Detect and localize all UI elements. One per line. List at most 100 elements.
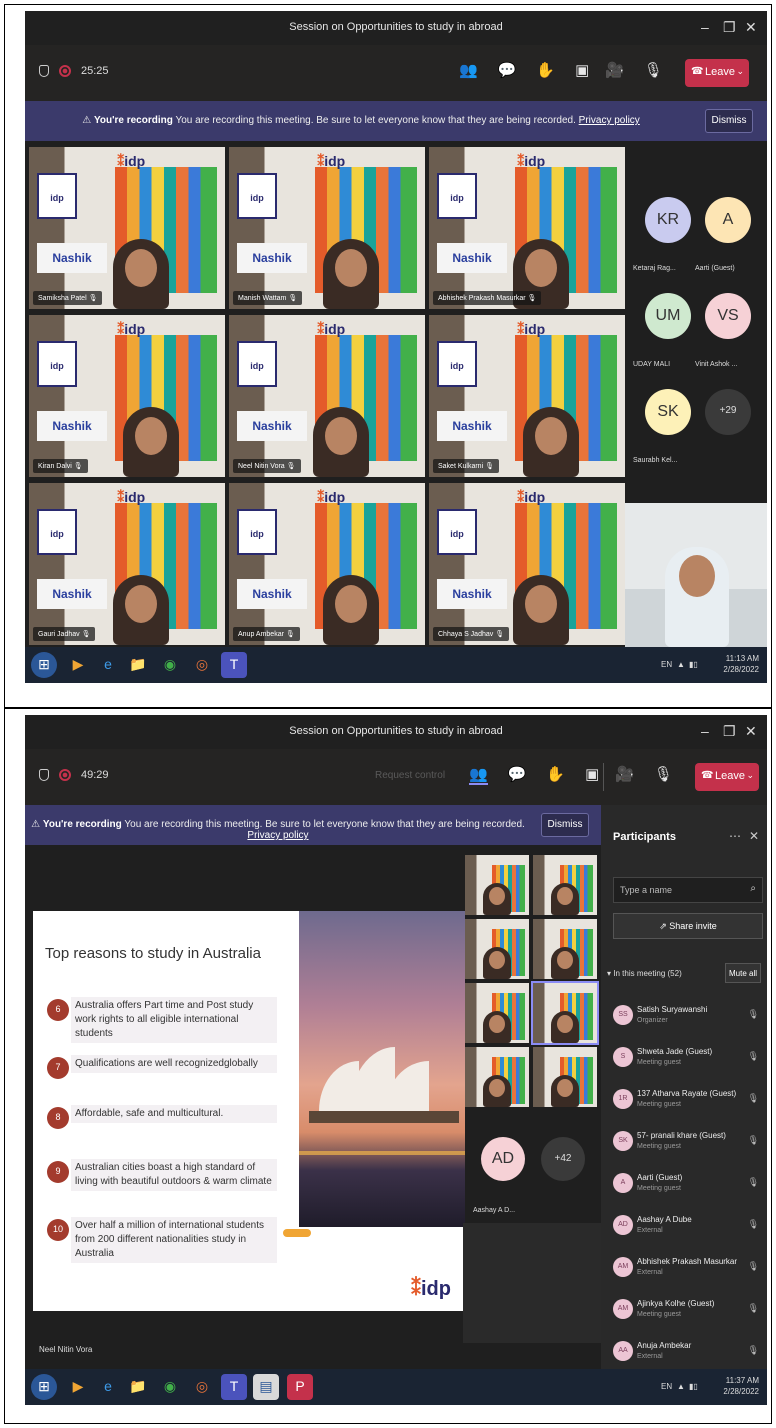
mic-icon[interactable]: 🎙 xyxy=(654,765,673,783)
participant-figure xyxy=(483,1011,511,1043)
participant-row[interactable]: SK 57- pranali khare (Guest) Meeting guest… xyxy=(613,1127,763,1167)
people-icon[interactable]: 👥 xyxy=(459,61,478,79)
tray-clock[interactable]: 11:37 AM 2/28/2022 xyxy=(723,1375,759,1397)
leave-button[interactable]: ☎ Leave ⌄ xyxy=(685,59,749,87)
participant-row[interactable]: S Shweta Jade (Guest) Meeting guest 🎙 xyxy=(613,1043,763,1083)
file-explorer-icon[interactable]: 📁 xyxy=(125,1374,151,1400)
minimize-icon[interactable]: – xyxy=(701,723,709,739)
idp-logo: ⁑idp xyxy=(517,321,546,337)
video-tile[interactable] xyxy=(465,983,529,1043)
avatar-name: Saurabh Kel... xyxy=(633,457,678,464)
video-tile[interactable]: ⁑idp idp Nashik Anup Ambekar 🎙 xyxy=(229,483,425,645)
participant-avatar[interactable]: KR xyxy=(645,197,691,243)
tray-network-icon[interactable]: ▮▯ xyxy=(689,660,698,669)
phone-icon: ☎ xyxy=(691,66,704,77)
close-icon[interactable]: ✕ xyxy=(745,19,757,36)
tray-chevron-up-icon[interactable]: ▲ xyxy=(677,1382,685,1391)
raise-hand-icon[interactable]: ✋ xyxy=(546,765,565,785)
participant-figure xyxy=(551,947,579,979)
participant-row[interactable]: 1R 137 Atharva Rayate (Guest) Meeting gues… xyxy=(613,1085,763,1125)
tray-date: 2/28/2022 xyxy=(723,1387,759,1396)
participant-avatar[interactable]: UM xyxy=(645,293,691,339)
people-icon[interactable]: 👥 xyxy=(469,765,488,785)
panel-more-icon[interactable]: ⋯ xyxy=(729,829,741,843)
participant-row[interactable]: AD Aashay A Dube External 🎙 xyxy=(613,1211,763,1251)
rooms-icon[interactable]: ▣ xyxy=(585,765,599,785)
chat-icon[interactable]: 💬 xyxy=(508,765,527,785)
internet-explorer-icon[interactable]: e xyxy=(95,1374,121,1400)
dismiss-button[interactable]: Dismiss xyxy=(541,813,589,837)
video-tile[interactable]: ⁑idp idp Nashik Manish Wattam 🎙 xyxy=(229,147,425,309)
close-icon[interactable]: ✕ xyxy=(745,723,757,740)
camera-icon[interactable]: 🎥 xyxy=(605,61,624,79)
tray-language[interactable]: EN xyxy=(661,660,672,669)
video-tile[interactable] xyxy=(465,1047,529,1107)
request-control-button[interactable]: Request control xyxy=(375,770,445,781)
mic-muted-icon: 🎙 xyxy=(747,1345,759,1355)
idp-logo: ⁑idp xyxy=(411,1278,451,1300)
chevron-down-icon[interactable]: ⌄ xyxy=(736,66,744,77)
document-icon[interactable]: ▤ xyxy=(253,1374,279,1400)
participant-avatar[interactable]: A xyxy=(705,197,751,243)
video-tile[interactable]: ⁑idp idp Nashik Kiran Dalvi 🎙 xyxy=(29,315,225,477)
search-participants-input[interactable]: Type a name ⌕ xyxy=(613,877,763,903)
teams-icon[interactable]: T xyxy=(221,1374,247,1400)
participant-avatar[interactable]: SK xyxy=(645,389,691,435)
video-tile[interactable]: ⁑idp idp Nashik Samiksha Patel 🎙 xyxy=(29,147,225,309)
share-invite-button[interactable]: ⇗ Share invite xyxy=(613,913,763,939)
participant-row[interactable]: AM Abhishek Prakash Masurkar External 🎙 xyxy=(613,1253,763,1293)
participant-name: 137 Atharva Rayate (Guest) xyxy=(637,1089,737,1098)
video-tile[interactable] xyxy=(531,981,599,1045)
participant-avatar[interactable]: +42 xyxy=(541,1137,585,1181)
privacy-policy-link[interactable]: Privacy policy xyxy=(579,115,640,126)
video-tile[interactable]: ⁑idp idp Nashik Neel Nitin Vora 🎙 xyxy=(229,315,425,477)
tray-network-icon[interactable]: ▮▯ xyxy=(689,1382,698,1391)
participant-avatar[interactable]: AD xyxy=(481,1137,525,1181)
restore-icon[interactable]: ❐ xyxy=(723,723,736,740)
chat-icon[interactable]: 💬 xyxy=(498,61,517,79)
video-tile[interactable] xyxy=(533,1047,597,1107)
start-button[interactable]: ⊞ xyxy=(31,652,57,678)
mute-all-button[interactable]: Mute all xyxy=(725,963,761,983)
video-tile[interactable] xyxy=(465,855,529,915)
chevron-down-icon[interactable]: ⌄ xyxy=(746,770,754,781)
tray-chevron-up-icon[interactable]: ▲ xyxy=(677,660,685,669)
video-tile[interactable] xyxy=(533,919,597,979)
tray-language[interactable]: EN xyxy=(661,1382,672,1391)
firefox-icon[interactable]: ◎ xyxy=(189,652,215,678)
file-explorer-icon[interactable]: 📁 xyxy=(125,652,151,678)
participant-row[interactable]: A Aarti (Guest) Meeting guest 🎙 xyxy=(613,1169,763,1209)
mic-icon[interactable]: 🎙 xyxy=(644,61,663,79)
minimize-icon[interactable]: – xyxy=(701,19,709,35)
rooms-icon[interactable]: ▣ xyxy=(575,61,589,79)
powerpoint-icon[interactable]: P xyxy=(287,1374,313,1400)
video-tile[interactable]: ⁑idp idp Nashik Abhishek Prakash Masurkar 🎙 xyxy=(429,147,625,309)
in-meeting-section[interactable]: ▾ In this meeting (52) xyxy=(607,969,682,978)
raise-hand-icon[interactable]: ✋ xyxy=(536,61,555,79)
video-tile[interactable]: ⁑idp idp Nashik Chhaya S Jadhav 🎙 xyxy=(429,483,625,645)
participant-avatar[interactable]: VS xyxy=(705,293,751,339)
video-tile[interactable]: ⁑idp idp Nashik Gauri Jadhav 🎙 xyxy=(29,483,225,645)
city-sign: Nashik xyxy=(437,411,507,441)
dismiss-button[interactable]: Dismiss xyxy=(705,109,753,133)
start-button[interactable]: ⊞ xyxy=(31,1374,57,1400)
firefox-icon[interactable]: ◎ xyxy=(189,1374,215,1400)
leave-button[interactable]: ☎ Leave ⌄ xyxy=(695,763,759,791)
media-player-icon[interactable]: ▶ xyxy=(65,652,91,678)
video-tile[interactable] xyxy=(465,919,529,979)
camera-off-icon[interactable]: 🎥 xyxy=(615,765,634,783)
chrome-icon[interactable]: ◉ xyxy=(157,1374,183,1400)
participant-row[interactable]: AM Ajinkya Kolhe (Guest) Meeting guest 🎙 xyxy=(613,1295,763,1335)
privacy-policy-link[interactable]: Privacy policy xyxy=(247,830,308,841)
video-tile[interactable]: ⁑idp idp Nashik Saket Kulkarni 🎙 xyxy=(429,315,625,477)
media-player-icon[interactable]: ▶ xyxy=(65,1374,91,1400)
tray-clock[interactable]: 11:13 AM 2/28/2022 xyxy=(723,653,759,675)
teams-icon[interactable]: T xyxy=(221,652,247,678)
participant-row[interactable]: SS Satish Suryawanshi Organizer 🎙 xyxy=(613,1001,763,1041)
internet-explorer-icon[interactable]: e xyxy=(95,652,121,678)
participant-avatar[interactable]: +29 xyxy=(705,389,751,435)
chrome-icon[interactable]: ◉ xyxy=(157,652,183,678)
panel-close-icon[interactable]: ✕ xyxy=(749,829,759,843)
restore-icon[interactable]: ❐ xyxy=(723,19,736,36)
video-tile[interactable] xyxy=(533,855,597,915)
